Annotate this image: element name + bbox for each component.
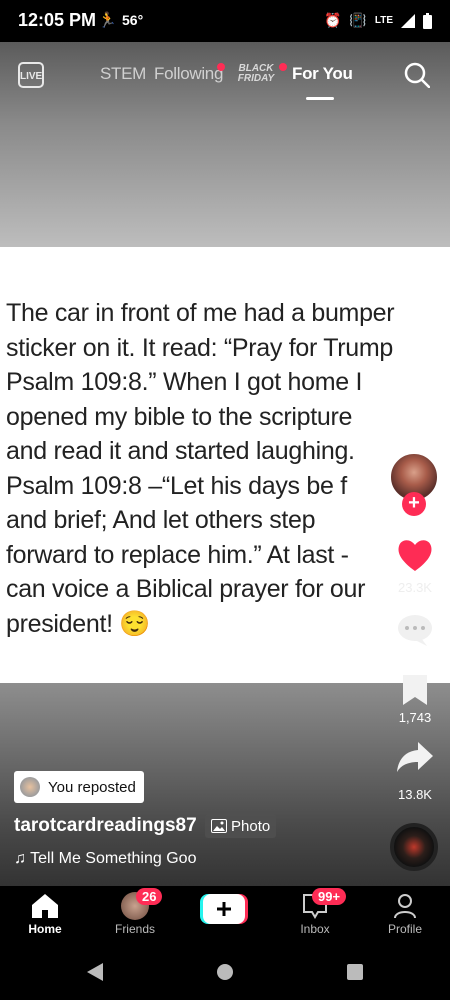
nav-friends-label: Friends [114,922,155,936]
sound-line[interactable]: ♫ Tell Me Something Goo [14,850,229,868]
photo-badge: Photo [205,814,277,838]
tab-for-you[interactable]: For You [292,64,353,84]
active-tab-indicator [306,97,334,100]
creator-username[interactable]: tarotcardreadings87 [14,815,197,837]
music-note-icon: ♫ [14,850,31,867]
running-icon: 🏃 [98,12,117,29]
recents-icon[interactable] [346,963,364,981]
post-text-line: Psalm 109:8 –“Let his days be f [6,471,347,500]
nav-profile-label: Profile [387,922,422,936]
photo-icon [211,819,227,833]
sound-title: Tell Me Something Goo [30,850,197,867]
inbox-badge: 99+ [312,888,347,905]
post-text-line: and brief; And let others step [6,506,316,534]
reposted-pill[interactable]: You reposted [14,771,144,803]
live-icon[interactable]: LIVE [18,62,44,88]
share-icon[interactable] [396,740,434,774]
alarm-icon: ⏰ [323,12,342,28]
repost-avatar [20,777,40,797]
black-friday-notification-dot [279,63,287,71]
tab-black-friday[interactable]: BLACK FRIDAY [232,64,280,84]
bookmark-count: 1,743 [398,710,432,725]
vibrate-icon: 📳 [349,12,367,28]
like-heart-icon[interactable] [395,535,435,575]
status-temperature: 56° [122,12,144,28]
battery-icon [423,12,432,29]
nav-friends[interactable]: Friends [95,890,175,936]
back-icon[interactable] [86,962,104,982]
feed-top-background [0,42,450,247]
post-text-line: sticker on it. It read: “Pray for Trump [6,333,394,362]
following-notification-dot [217,63,225,71]
like-count: 23.3K [398,580,432,595]
music-disc[interactable] [390,823,438,871]
post-text-line: forward to replace him.” At last - [6,540,349,569]
status-icons: ⏰ 📳 LTE [324,12,432,29]
profile-icon [394,894,416,919]
post-text-line: Psalm 109:8.” When I got home I [6,368,363,396]
post-text-line: can voice a Biblical prayer for our [6,575,366,603]
nav-inbox-label: Inbox [300,922,330,936]
post-text-line: The car in front of me had a bumper [6,299,395,327]
search-icon[interactable] [404,62,430,88]
nav-home[interactable]: Home [5,890,85,936]
share-count: 13.8K [398,787,432,802]
tab-stem[interactable]: STEM [100,64,146,84]
network-label: LTE [374,15,393,26]
comment-icon[interactable] [395,612,435,648]
bookmark-icon[interactable] [400,673,430,707]
nav-profile[interactable]: Profile [365,890,445,936]
home-icon [32,894,58,918]
post-text-line: opened my bible to the scripture [6,402,353,431]
post-text-line: and read it and started laughing. [6,437,355,465]
status-time: 12:05 PM [18,10,97,30]
post-text: The car in front of me had a bumper stic… [6,296,450,641]
friends-badge: 26 [136,888,163,905]
photo-label: Photo [231,817,271,835]
post-text-line: president! 😌 [6,609,151,638]
create-plus-button[interactable] [200,894,248,924]
nav-home-label: Home [28,922,62,936]
home-circle-icon[interactable] [216,963,234,981]
reposted-label: You reposted [48,778,136,796]
tab-following[interactable]: Following [154,64,223,84]
follow-plus-icon[interactable]: + [402,492,426,516]
signal-icon [401,13,415,28]
